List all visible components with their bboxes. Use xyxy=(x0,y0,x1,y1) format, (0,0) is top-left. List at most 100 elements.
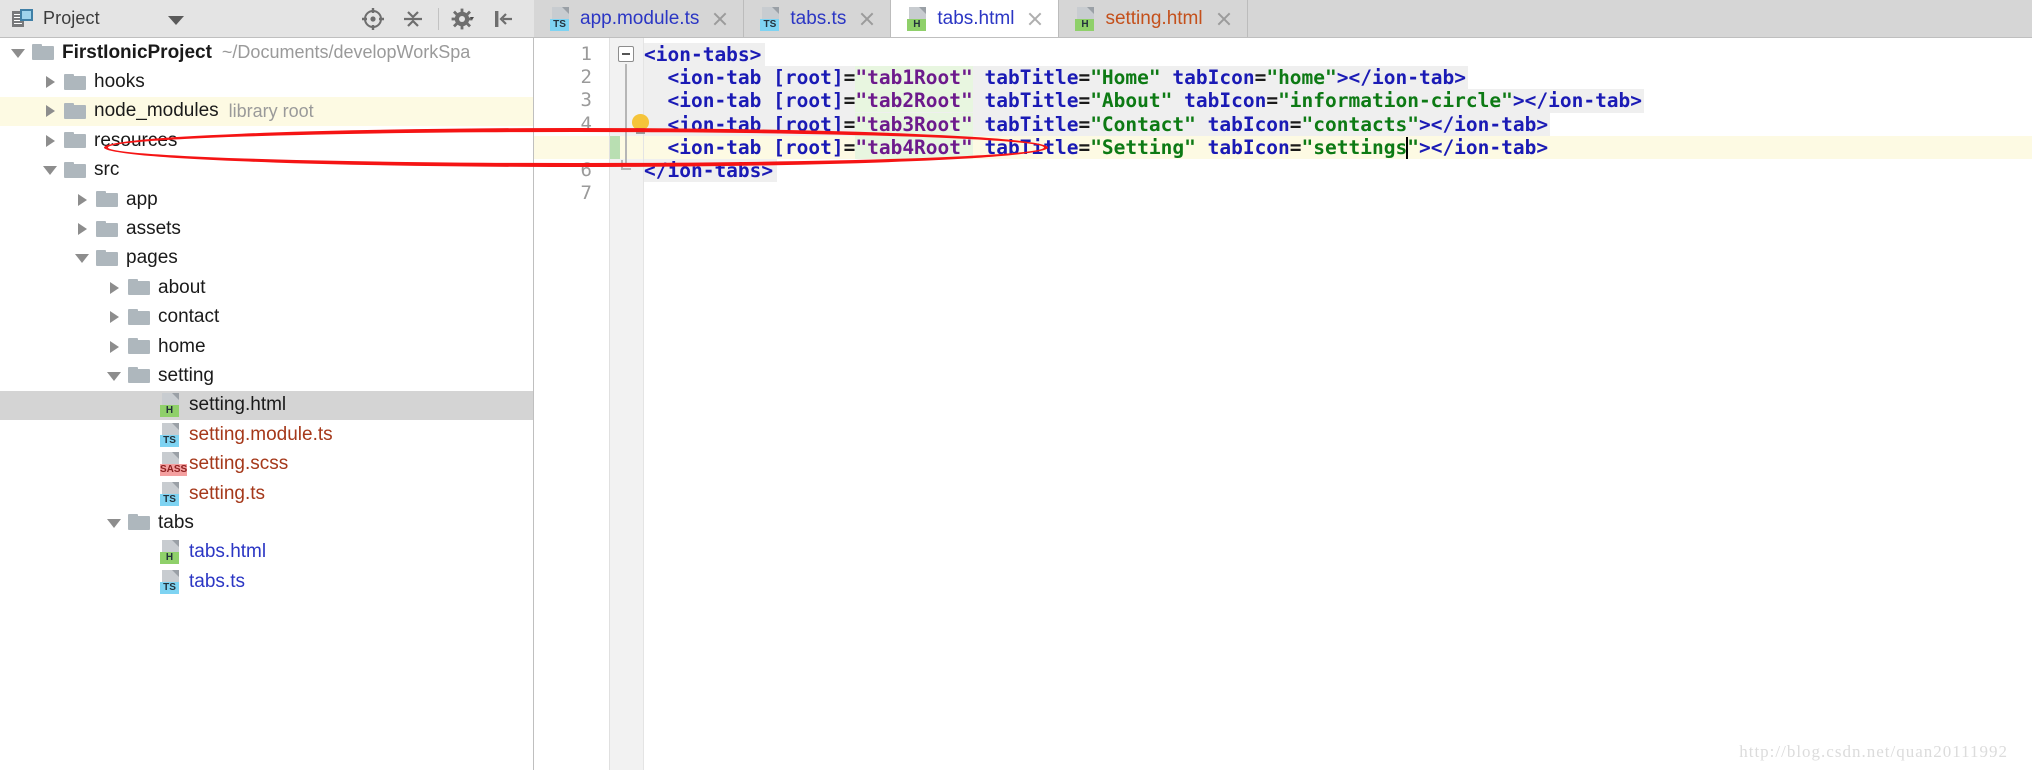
code-token-tag: > xyxy=(1418,135,1431,159)
code-token-tag: </ion-tab> xyxy=(1430,112,1549,136)
tree-item-label: hooks xyxy=(94,71,145,93)
tree-row[interactable]: tabs xyxy=(0,508,533,537)
tree-item-label: node_modules xyxy=(94,100,219,122)
editor-gutter-folding[interactable] xyxy=(610,38,644,770)
project-title-group[interactable]: Project xyxy=(0,8,100,29)
code-token-tag: > xyxy=(1336,66,1349,90)
chevron-down-icon[interactable] xyxy=(168,16,184,25)
project-tree[interactable]: FirstIonicProject ~/Documents/developWork… xyxy=(0,38,534,770)
close-icon[interactable] xyxy=(1025,9,1045,29)
code-token-strv: "contacts" xyxy=(1301,112,1419,136)
tree-row[interactable]: Htabs.html xyxy=(0,538,533,567)
tree-item-label: app xyxy=(126,188,158,210)
hide-panel-icon[interactable] xyxy=(484,0,524,38)
code-line[interactable]: <ion-tab [root]="tab3Root" tabTitle="Con… xyxy=(644,112,2032,136)
code-token-tag: </ion-tab> xyxy=(1348,66,1466,90)
collapse-all-icon[interactable] xyxy=(393,0,433,38)
tree-row[interactable]: resources xyxy=(0,126,533,155)
editor-tab-app-module-ts[interactable]: TS app.module.ts xyxy=(534,0,745,37)
chevron-right-icon[interactable] xyxy=(74,221,90,237)
line-number: 1 xyxy=(580,43,592,65)
code-token-strp: "tab1Root" xyxy=(855,66,973,90)
chevron-right-icon[interactable] xyxy=(106,339,122,355)
tree-row[interactable]: src xyxy=(0,156,533,185)
fold-region-end-icon xyxy=(621,160,631,170)
tree-row[interactable]: pages xyxy=(0,244,533,273)
close-icon[interactable] xyxy=(857,9,877,29)
tree-row[interactable]: setting xyxy=(0,361,533,390)
line-number: 7 xyxy=(580,182,592,205)
settings-gear-icon[interactable] xyxy=(444,0,484,38)
code-token-tag: <ion-tab xyxy=(667,66,762,90)
tree-row[interactable]: TS tabs.ts xyxy=(0,567,533,596)
editor-tab-tabs-ts[interactable]: TS tabs.ts xyxy=(744,0,892,37)
tree-item-label: setting.html xyxy=(189,394,287,416)
html-file-icon: H xyxy=(907,6,928,31)
close-icon[interactable] xyxy=(1214,9,1234,29)
code-line[interactable]: <ion-tab [root]="tab4Root" tabTitle="Set… xyxy=(644,135,2032,159)
chevron-down-icon[interactable] xyxy=(42,162,58,178)
tree-row[interactable]: home xyxy=(0,332,533,361)
chevron-right-icon[interactable] xyxy=(42,103,58,119)
main-area: FirstIonicProject ~/Documents/developWork… xyxy=(0,38,2032,770)
code-line[interactable]: <ion-tab [root]="tab2Root" tabTitle="Abo… xyxy=(644,89,2032,113)
tree-row[interactable]: hooks xyxy=(0,67,533,96)
chevron-right-icon[interactable] xyxy=(42,74,58,90)
tree-row[interactable]: SASS setting.scss xyxy=(0,449,533,478)
chevron-down-icon[interactable] xyxy=(106,368,122,384)
code-token-strv: "Home" xyxy=(1090,66,1161,90)
editor-tab-tabs-html[interactable]: Htabs.html xyxy=(891,0,1060,37)
tree-row[interactable]: TS setting.module.ts xyxy=(0,420,533,449)
chevron-right-icon[interactable] xyxy=(106,309,122,325)
tree-item-label: setting.scss xyxy=(189,453,289,475)
tree-row[interactable]: FirstIonicProject ~/Documents/developWork… xyxy=(0,38,533,67)
chevron-right-icon[interactable] xyxy=(42,133,58,149)
tree-row[interactable]: app xyxy=(0,185,533,214)
ts-file-icon: TS xyxy=(760,6,781,31)
tree-item-label: tabs.ts xyxy=(189,570,245,592)
code-token-attr: tabIcon xyxy=(1207,112,1290,136)
code-token-punct: = xyxy=(843,89,856,113)
tree-row[interactable]: about xyxy=(0,273,533,302)
tree-item-label: setting.ts xyxy=(189,482,266,504)
code-token-attr: [root] xyxy=(773,66,844,90)
chevron-down-icon[interactable] xyxy=(74,250,90,266)
folder-icon xyxy=(128,367,150,384)
tree-row[interactable]: TS setting.ts xyxy=(0,479,533,508)
html-file-icon: H xyxy=(160,540,181,565)
fold-collapse-icon[interactable] xyxy=(618,46,634,62)
tree-row[interactable]: assets xyxy=(0,214,533,243)
code-editor[interactable]: 1234567 <ion-tabs> <ion-tab [root]="tab1… xyxy=(534,38,2032,770)
folder-icon xyxy=(128,308,150,326)
line-number: 3 xyxy=(580,89,592,112)
code-token-attr: tabIcon xyxy=(1207,135,1290,159)
folder-icon xyxy=(96,191,118,208)
code-line[interactable]: </ion-tabs> xyxy=(644,159,2032,182)
tree-row[interactable]: node_modules library root xyxy=(0,96,533,127)
folder-icon xyxy=(32,44,54,61)
tree-row[interactable]: contact xyxy=(0,303,533,332)
folder-icon xyxy=(64,73,86,91)
editor-tab-setting-html[interactable]: Hsetting.html xyxy=(1059,0,1248,37)
chevron-down-icon[interactable] xyxy=(10,45,26,61)
chevron-right-icon[interactable] xyxy=(74,192,90,208)
chevron-right-icon[interactable] xyxy=(106,280,122,296)
current-line-highlight-lineno xyxy=(534,135,609,159)
code-line[interactable]: <ion-tabs> xyxy=(644,43,2032,66)
close-icon[interactable] xyxy=(710,9,730,29)
locate-icon[interactable] xyxy=(353,0,393,38)
tree-row[interactable]: Hsetting.html xyxy=(0,390,533,421)
code-token-tag: <ion-tabs> xyxy=(644,43,762,66)
code-line[interactable]: <ion-tab [root]="tab1Root" tabTitle="Hom… xyxy=(644,66,2032,90)
code-content[interactable]: <ion-tabs> <ion-tab [root]="tab1Root" ta… xyxy=(644,38,2032,770)
intention-lightbulb-icon[interactable] xyxy=(630,113,652,136)
code-token-strp: "tab4Root" xyxy=(855,135,973,159)
chevron-down-icon[interactable] xyxy=(106,515,122,531)
